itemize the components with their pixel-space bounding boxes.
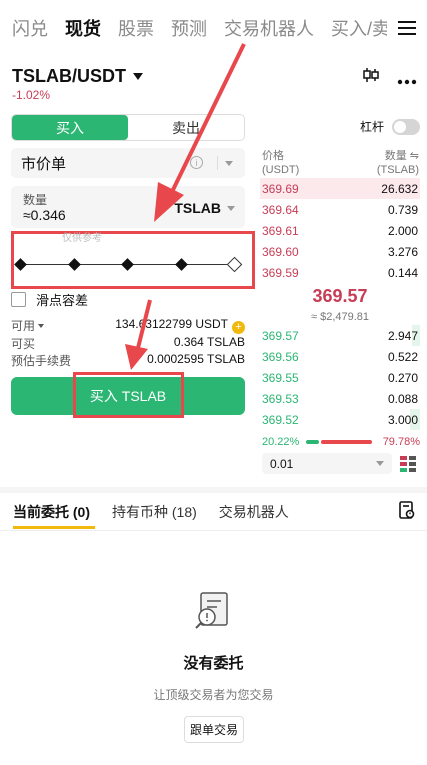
fee-value: 0.0002595 TSLAB xyxy=(147,352,245,366)
more-options-icon[interactable] xyxy=(397,72,417,90)
orderbook-layout-icon[interactable] xyxy=(399,455,417,478)
bid-row[interactable]: 369.55 0.270 xyxy=(260,367,420,388)
leverage-label: 杠杆 xyxy=(360,120,385,134)
ratio-bar xyxy=(306,440,372,444)
can-buy-value: 0.364 TSLAB xyxy=(173,335,245,349)
top-nav: 闪兑 现货 股票 预测 交易机器人 买入/卖出 xyxy=(0,0,427,56)
can-buy: 可买 0.364 TSLAB xyxy=(11,335,245,352)
can-buy-label: 可买 xyxy=(11,337,36,351)
ask-row[interactable]: 369.61 2.000 xyxy=(260,220,420,241)
section-divider xyxy=(0,487,427,493)
fee-label: 预估手续费 xyxy=(11,354,72,368)
buy-sell-toggle: 买入 卖出 xyxy=(11,114,245,141)
hamburger-icon[interactable] xyxy=(387,0,427,56)
orderbook-price-header: 价格 (USDT) xyxy=(262,150,300,176)
buy-sell-ratio: 20.22% 79.78% xyxy=(262,436,420,448)
tab-predict[interactable]: 预测 xyxy=(171,15,207,41)
quantity-value[interactable]: ≈0.346 xyxy=(23,207,66,223)
tab-flash[interactable]: 闪兑 xyxy=(12,15,48,41)
order-type-select[interactable]: 市价单 i xyxy=(11,148,245,178)
last-price: 369.57 xyxy=(312,286,368,306)
bid-row[interactable]: 369.53 0.088 xyxy=(260,388,420,409)
bid-row[interactable]: 369.52 3.000 xyxy=(260,409,420,430)
candlestick-chart-icon[interactable] xyxy=(362,66,380,89)
copy-trading-button[interactable]: 跟单交易 xyxy=(184,716,244,743)
empty-orders-icon xyxy=(187,587,239,642)
tab-open-orders[interactable]: 当前委托 (0) xyxy=(13,502,90,522)
bid-row[interactable]: 369.56 0.522 xyxy=(260,346,420,367)
available-value: 134.63122799 USDT xyxy=(115,317,228,331)
buy-ratio-bar xyxy=(306,440,319,444)
sell-side-button[interactable]: 卖出 xyxy=(128,115,244,140)
order-type-label: 市价单 xyxy=(21,155,67,173)
quantity-input[interactable]: 数量 ≈0.346 TSLAB xyxy=(11,186,245,228)
slider-highlight-box xyxy=(11,231,255,289)
precision-select[interactable]: 0.01 xyxy=(262,453,392,474)
quantity-label: 数量 xyxy=(23,193,48,207)
info-icon[interactable]: i xyxy=(190,156,203,169)
slippage-label: 滑点容差 xyxy=(36,293,89,308)
slippage-checkbox[interactable] xyxy=(11,292,26,307)
tab-bottom-line xyxy=(0,530,427,531)
price-change: -1.02% xyxy=(12,88,51,102)
last-price-fiat: ≈ $2,479.81 xyxy=(310,311,370,323)
chevron-down-icon xyxy=(225,161,233,166)
bottom-tabs: 当前委托 (0) 持有币种 (18) 交易机器人 xyxy=(13,502,311,522)
quantity-unit[interactable]: TSLAB xyxy=(174,200,221,216)
tab-stocks[interactable]: 股票 xyxy=(118,15,154,41)
buy-button-highlight-box xyxy=(73,372,184,418)
precision-value: 0.01 xyxy=(270,457,294,471)
ask-row[interactable]: 369.59 0.144 xyxy=(260,262,420,283)
ask-row[interactable]: 369.60 3.276 xyxy=(260,241,420,262)
buy-side-button[interactable]: 买入 xyxy=(12,115,128,140)
pair-name: TSLAB/USDT xyxy=(12,66,126,86)
add-funds-icon[interactable]: + xyxy=(232,321,245,334)
active-tab-indicator xyxy=(13,526,95,529)
divider xyxy=(217,156,218,170)
estimated-fee: 预估手续费 0.0002595 TSLAB xyxy=(11,352,245,369)
buy-ratio: 20.22% xyxy=(262,436,300,448)
ask-row[interactable]: 369.69 26.632 xyxy=(260,178,420,199)
bid-row[interactable]: 369.57 2.947 xyxy=(260,325,420,346)
empty-subtitle: 让顶级交易者为您交易 xyxy=(153,688,274,702)
chevron-down-icon xyxy=(38,324,45,328)
empty-title: 没有委托 xyxy=(183,655,244,672)
slippage-option[interactable]: 滑点容差 xyxy=(11,290,88,309)
order-history-icon[interactable] xyxy=(398,500,416,525)
sell-ratio: 79.78% xyxy=(382,436,420,448)
pair-selector[interactable]: TSLAB/USDT xyxy=(12,66,143,87)
orderbook-qty-header[interactable]: 数量 ⇋ (TSLAB) xyxy=(377,149,419,177)
tab-trading-bots[interactable]: 交易机器人 xyxy=(224,15,314,41)
available-label[interactable]: 可用 xyxy=(11,317,45,334)
ask-row[interactable]: 369.64 0.739 xyxy=(260,199,420,220)
available-balance: 可用 134.63122799 USDT + xyxy=(11,317,245,334)
tab-bots[interactable]: 交易机器人 xyxy=(219,502,289,522)
tab-spot[interactable]: 现货 xyxy=(65,15,101,41)
chevron-down-icon xyxy=(227,206,235,211)
sell-ratio-bar xyxy=(321,440,372,444)
leverage-toggle[interactable]: 杠杆 xyxy=(360,118,421,135)
leverage-switch[interactable] xyxy=(392,118,421,135)
chevron-down-icon xyxy=(133,73,143,80)
chevron-down-icon xyxy=(376,461,384,466)
tab-holdings[interactable]: 持有币种 (18) xyxy=(112,502,197,522)
slider-hint: 仅供参考 xyxy=(62,233,102,244)
